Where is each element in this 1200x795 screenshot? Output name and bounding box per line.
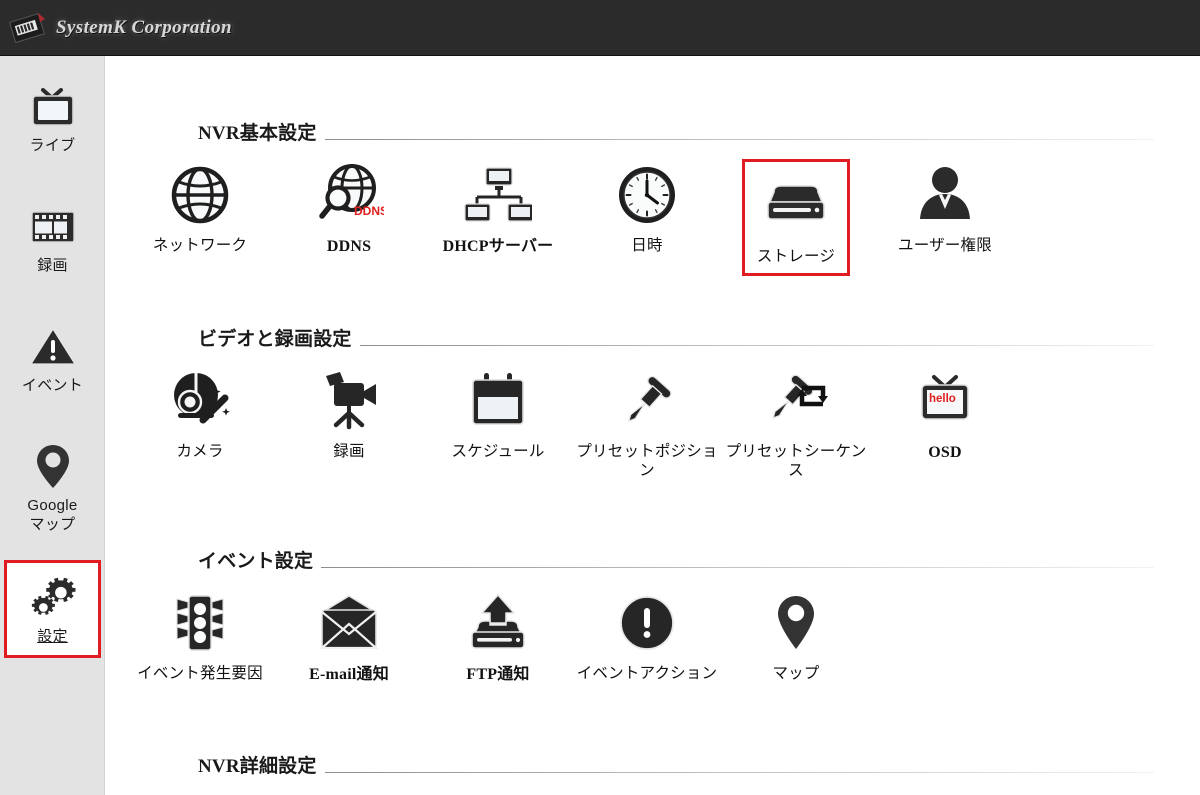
sidebar-item-label: 録画 — [37, 257, 68, 274]
tile-grid: カメラ 録画 スケジュール プリセットポジション プリセットシーケンス hell… — [106, 365, 1200, 493]
tile-label: カメラ — [176, 443, 224, 460]
pushpin-loop-icon — [760, 365, 832, 437]
section-title: イベント設定 — [198, 551, 314, 572]
section-title: NVR基本設定 — [198, 123, 317, 144]
svg-text:DDNS: DDNS — [354, 204, 384, 218]
tile-user-permission[interactable]: ユーザー権限 — [871, 159, 1019, 256]
calendar-icon — [462, 365, 534, 437]
section-divider — [324, 772, 1154, 773]
tile-grid: ネットワーク DDNS DDNS — [106, 159, 1200, 287]
film-strip-icon — [25, 198, 81, 254]
tile-label: FTP通知 — [466, 666, 530, 683]
tile-label: イベント発生要因 — [137, 665, 263, 682]
tv-icon — [25, 78, 81, 134]
warning-triangle-icon — [25, 318, 81, 374]
ddns-globe-search-icon: DDNS — [313, 159, 385, 231]
tile-label: ユーザー権限 — [898, 237, 992, 254]
tile-label: OSD — [928, 444, 962, 461]
tile-schedule[interactable]: スケジュール — [424, 365, 572, 462]
section-divider — [324, 139, 1154, 140]
section-event-settings: イベント設定 イベント発生要因 E-mail通知 FTP通知 イベントアクション… — [106, 546, 1200, 715]
brand-name: SystemK Corporation — [56, 16, 232, 38]
tile-dhcp-server[interactable]: DHCPサーバー — [424, 159, 572, 257]
tile-label: 日時 — [631, 237, 663, 254]
clock-icon — [611, 159, 683, 231]
sidebar-item-settings[interactable]: 設定 — [4, 560, 101, 658]
sidebar-item-event[interactable]: イベント — [0, 318, 105, 396]
section-nvr-basic: NVR基本設定 ネットワーク DDN DDNS DHCPサーバー 日時 ストレー… — [106, 118, 1200, 287]
tile-label: マップ — [772, 665, 820, 682]
storage-drive-icon — [760, 170, 832, 242]
traffic-light-icon — [164, 587, 236, 659]
tile-label: プリセットシーケンス — [725, 443, 867, 479]
exclamation-circle-icon — [611, 587, 683, 659]
envelope-icon — [313, 587, 385, 659]
tile-osd[interactable]: hello OSD — [871, 365, 1019, 463]
section-header: NVR詳細設定 — [106, 751, 1200, 778]
application-window: SystemK Corporation ライブ 録画 イベント Google マ… — [0, 0, 1200, 795]
tile-label: プリセットポジション — [576, 443, 718, 479]
tile-map[interactable]: マップ — [722, 587, 870, 684]
globe-icon — [164, 159, 236, 231]
tile-event-trigger[interactable]: イベント発生要因 — [126, 587, 274, 684]
sidebar-item-recording[interactable]: 録画 — [0, 198, 105, 276]
user-person-icon — [909, 159, 981, 231]
sidebar-item-live[interactable]: ライブ — [0, 78, 105, 156]
tile-recording[interactable]: 録画 — [275, 365, 423, 462]
tile-ddns[interactable]: DDNS DDNS — [275, 159, 423, 257]
svg-text:hello: hello — [929, 393, 956, 405]
section-header: NVR基本設定 — [106, 118, 1200, 145]
tile-label: 録画 — [333, 443, 365, 460]
sidebar-item-label: ライブ — [29, 137, 76, 154]
section-title: NVR詳細設定 — [198, 756, 317, 777]
tile-email-notify[interactable]: E-mail通知 — [275, 587, 423, 685]
tile-ftp-notify[interactable]: FTP通知 — [424, 587, 572, 685]
section-divider — [321, 567, 1154, 568]
section-header: ビデオと録画設定 — [106, 324, 1200, 351]
tile-camera[interactable]: カメラ — [126, 365, 274, 462]
tile-label: ストレージ — [756, 248, 836, 265]
section-nvr-advanced: NVR詳細設定 — [106, 751, 1200, 778]
brand-logo[interactable]: SystemK Corporation — [8, 9, 232, 47]
tile-label: ネットワーク — [152, 237, 248, 254]
tile-label: スケジュール — [451, 443, 545, 460]
pushpin-icon — [611, 365, 683, 437]
section-video-recording: ビデオと録画設定 カメラ 録画 スケジュール プリセットポジション プリセットシ… — [106, 324, 1200, 493]
tile-event-action[interactable]: イベントアクション — [573, 587, 721, 684]
settings-content: NVR基本設定 ネットワーク DDN DDNS DHCPサーバー 日時 ストレー… — [106, 56, 1200, 795]
tile-grid: イベント発生要因 E-mail通知 FTP通知 イベントアクション マップ — [106, 587, 1200, 715]
section-divider — [359, 345, 1154, 346]
tile-storage[interactable]: ストレージ — [742, 159, 850, 276]
tv-hello-icon: hello — [909, 365, 981, 437]
map-pin-icon — [760, 587, 832, 659]
upload-drive-icon — [462, 587, 534, 659]
sidebar-item-google-map[interactable]: Google マップ — [0, 438, 105, 535]
map-pin-icon — [25, 438, 81, 494]
tile-preset-sequence[interactable]: プリセットシーケンス — [722, 365, 870, 481]
sidebar-navigation: ライブ 録画 イベント Google マップ 設定 — [0, 56, 105, 795]
section-title: ビデオと録画設定 — [198, 329, 352, 350]
tile-preset-position[interactable]: プリセットポジション — [573, 365, 721, 481]
network-servers-icon — [462, 159, 534, 231]
tile-label: DHCPサーバー — [442, 238, 554, 255]
tile-datetime[interactable]: 日時 — [573, 159, 721, 256]
gears-icon — [25, 569, 81, 625]
tile-label: イベントアクション — [576, 665, 718, 682]
systemk-logo-icon — [8, 9, 50, 47]
camera-disc-wand-icon — [164, 365, 236, 437]
sidebar-item-label: 設定 — [37, 628, 68, 645]
tile-label: E-mail通知 — [309, 666, 389, 683]
app-header: SystemK Corporation — [0, 0, 1200, 56]
tile-label: DDNS — [326, 238, 372, 255]
section-header: イベント設定 — [106, 546, 1200, 573]
video-camera-icon — [313, 365, 385, 437]
tile-network[interactable]: ネットワーク — [126, 159, 274, 256]
sidebar-item-label: イベント — [21, 377, 84, 394]
sidebar-item-label: Google マップ — [27, 497, 78, 533]
